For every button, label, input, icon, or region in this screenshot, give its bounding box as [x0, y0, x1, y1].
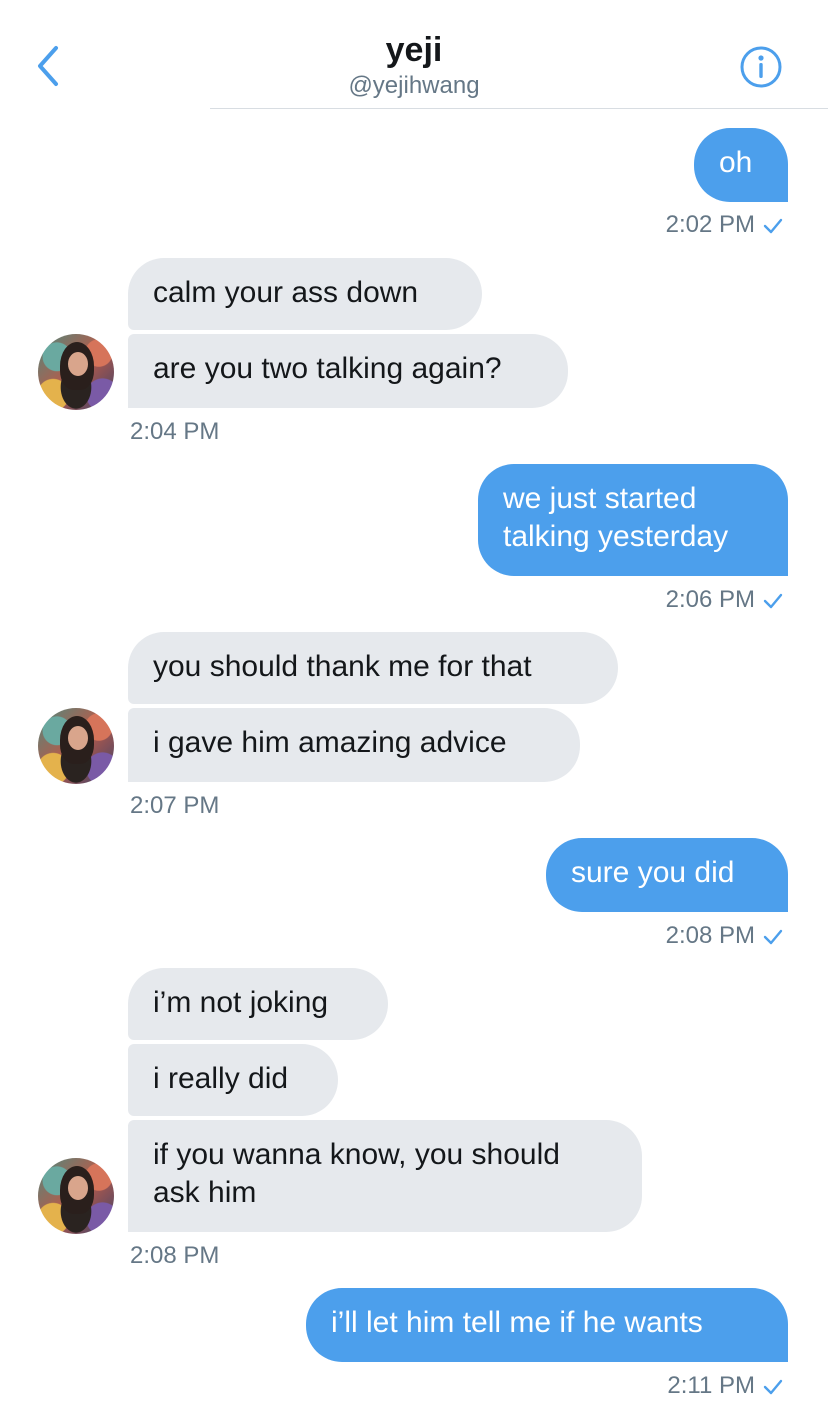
avatar[interactable]	[38, 1158, 114, 1234]
read-check-icon	[763, 593, 783, 608]
message-text-line: ask him	[153, 1176, 257, 1209]
message-text: i really did	[153, 1062, 289, 1095]
message-text-line: if you wanna know, you should	[153, 1138, 560, 1171]
incoming-message[interactable]: i gave him amazing advice	[128, 708, 580, 782]
message-text-line: we just started	[503, 482, 697, 515]
message-timestamp: 2:02 PM	[666, 211, 783, 239]
read-check-icon	[763, 929, 783, 944]
message-text: i’m not joking	[153, 986, 329, 1019]
message-text: i’ll let him tell me if he wants	[331, 1306, 703, 1339]
outgoing-message[interactable]: oh	[694, 128, 788, 202]
message-timestamp: 2:08 PM	[666, 922, 783, 950]
message-timestamp: 2:11 PM	[667, 1372, 783, 1400]
message-text: i gave him amazing advice	[153, 726, 507, 759]
header-divider	[210, 108, 828, 109]
outgoing-message[interactable]: i’ll let him tell me if he wants	[306, 1288, 788, 1362]
message-text: calm your ass down	[153, 276, 419, 309]
conversation-handle: @yejihwang	[348, 72, 480, 99]
conversation-header: yeji @yejihwang	[0, 0, 828, 110]
incoming-message[interactable]: calm your ass down	[128, 258, 482, 330]
outgoing-message[interactable]: we just started talking yesterday	[478, 464, 788, 576]
message-text: you should thank me for that	[153, 650, 532, 683]
incoming-message[interactable]: i really did	[128, 1044, 338, 1116]
incoming-message[interactable]: you should thank me for that	[128, 632, 618, 704]
conversation-title: yeji	[385, 31, 443, 69]
incoming-message[interactable]: if you wanna know, you should ask him	[128, 1120, 642, 1232]
message-text-line: talking yesterday	[503, 520, 729, 553]
info-icon	[740, 46, 782, 88]
read-check-icon	[763, 218, 783, 233]
incoming-message[interactable]: are you two talking again?	[128, 334, 568, 408]
incoming-message[interactable]: i’m not joking	[128, 968, 388, 1040]
message-timestamp: 2:04 PM	[130, 418, 220, 445]
message-timestamp: 2:08 PM	[130, 1242, 220, 1269]
message-text: oh	[719, 146, 753, 179]
message-timestamp: 2:07 PM	[130, 792, 220, 819]
outgoing-message[interactable]: sure you did	[546, 838, 788, 912]
message-timestamp: 2:06 PM	[666, 586, 783, 614]
message-text: sure you did	[571, 856, 735, 889]
conversation-title-block[interactable]: yeji @yejihwang	[0, 30, 828, 100]
avatar[interactable]	[38, 708, 114, 784]
avatar[interactable]	[38, 334, 114, 410]
info-button[interactable]	[739, 45, 783, 89]
message-text: are you two talking again?	[153, 352, 502, 385]
read-check-icon	[763, 1379, 783, 1394]
